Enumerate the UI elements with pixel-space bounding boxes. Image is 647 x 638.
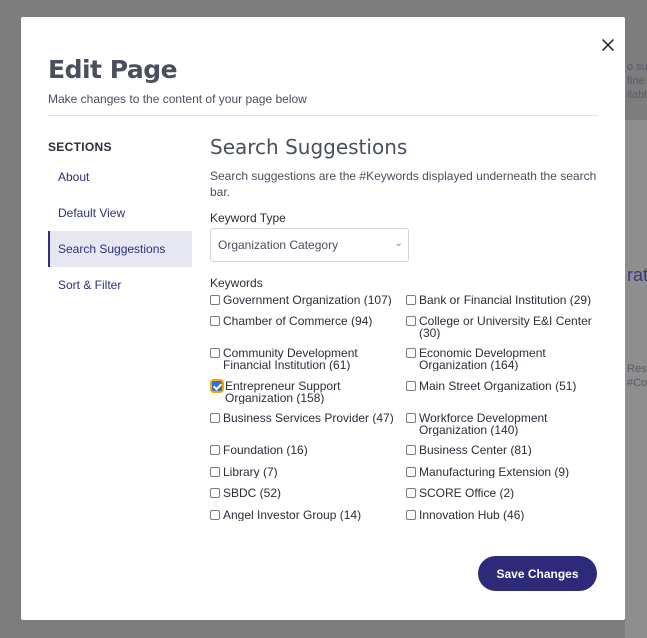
section-content: Search Suggestions Search suggestions ar… (210, 135, 602, 521)
keyword-label: Economic Development Organization (164) (419, 347, 546, 371)
keyword-label: Manufacturing Extension (9) (419, 466, 570, 478)
keyword-label: Foundation (16) (223, 444, 308, 456)
nav-item-sort-filter[interactable]: Sort & Filter (48, 267, 192, 303)
keyword-checkbox-item[interactable]: Business Center (81) (406, 444, 602, 456)
checkbox[interactable] (406, 445, 416, 455)
checkbox[interactable] (406, 467, 416, 477)
checkbox-checked[interactable] (212, 381, 222, 391)
save-changes-button[interactable]: Save Changes (478, 556, 597, 591)
keyword-checkbox-item[interactable]: Angel Investor Group (14) (210, 509, 400, 521)
background-text-line: ilable (627, 89, 647, 101)
keyword-label: College or University E&I Center (30) (419, 315, 592, 339)
keyword-label: Government Organization (107) (223, 294, 392, 306)
keyword-checkbox-item[interactable]: Economic Development Organization (164) (406, 347, 602, 371)
checkbox[interactable] (210, 348, 220, 358)
modal-subtitle: Make changes to the content of your page… (48, 92, 307, 106)
keyword-checkbox-item[interactable]: Main Street Organization (51) (406, 380, 602, 392)
checkbox[interactable] (210, 413, 220, 423)
checkbox[interactable] (210, 488, 220, 498)
keyword-label: Innovation Hub (46) (419, 509, 525, 521)
checkbox[interactable] (210, 295, 220, 305)
keyword-type-select[interactable]: Organization Category ⌄ (210, 228, 409, 262)
background-text-line: fine (627, 75, 645, 87)
background-text-line: o su (627, 61, 647, 73)
checkbox[interactable] (210, 316, 220, 326)
keyword-checkbox-item[interactable]: Manufacturing Extension (9) (406, 466, 602, 478)
checkbox[interactable] (210, 445, 220, 455)
background-text: o su fine ilable (627, 60, 647, 102)
checkbox[interactable] (406, 488, 416, 498)
keyword-label: Entrepreneur Support Organization (158) (225, 380, 341, 404)
keyword-checkbox-item[interactable]: Library (7) (210, 466, 400, 478)
keyword-checkbox-item[interactable]: Bank or Financial Institution (29) (406, 294, 602, 306)
checkbox[interactable] (406, 316, 416, 326)
keyword-label: Main Street Organization (51) (419, 380, 577, 392)
keyword-checkbox-item[interactable]: Foundation (16) (210, 444, 400, 456)
keyword-label: SBDC (52) (223, 487, 282, 499)
keyword-checkbox-item[interactable]: College or University E&I Center (30) (406, 315, 602, 339)
keyword-label: SCORE Office (2) (419, 487, 515, 499)
sections-nav: About Default View Search Suggestions So… (48, 159, 192, 303)
keywords-label: Keywords (210, 276, 263, 290)
keyword-checkbox-item[interactable]: Business Services Provider (47) (210, 412, 404, 424)
keyword-label: Community Development Financial Institut… (223, 347, 358, 371)
chevron-down-icon: ⌄ (394, 238, 403, 249)
checkbox[interactable] (406, 510, 416, 520)
nav-item-about[interactable]: About (48, 159, 192, 195)
keyword-checkbox-item[interactable]: Workforce Development Organization (140) (406, 412, 602, 436)
edit-page-modal: Edit Page Make changes to the content of… (21, 17, 625, 620)
keyword-label: Business Services Provider (47) (223, 412, 394, 424)
checkbox[interactable] (406, 295, 416, 305)
checkbox[interactable] (406, 348, 416, 358)
keyword-label: Workforce Development Organization (140) (419, 412, 548, 436)
keyword-checkbox-item[interactable]: Community Development Financial Institut… (210, 347, 404, 371)
checkbox[interactable] (210, 510, 220, 520)
divider (48, 115, 598, 116)
keyword-label: Library (7) (223, 466, 278, 478)
keyword-checkbox-item[interactable]: SBDC (52) (210, 487, 400, 499)
keyword-label: Bank or Financial Institution (29) (419, 294, 592, 306)
keyword-checkbox-item[interactable]: Entrepreneur Support Organization (158) (212, 380, 404, 404)
sections-heading: SECTIONS (48, 140, 112, 154)
modal-title: Edit Page (48, 55, 178, 84)
keyword-checkbox-item[interactable]: Innovation Hub (46) (406, 509, 602, 521)
keyword-label: Business Center (81) (419, 444, 532, 456)
background-text: Reso #Co (627, 362, 647, 390)
nav-item-default-view[interactable]: Default View (48, 195, 192, 231)
checkbox[interactable] (210, 467, 220, 477)
background-heading: ratio (627, 265, 647, 285)
close-icon[interactable] (600, 37, 616, 53)
background-text-line: #Co (627, 377, 647, 389)
keyword-label: Chamber of Commerce (94) (223, 315, 373, 327)
background-text-line: Reso (627, 363, 647, 375)
keyword-label: Angel Investor Group (14) (223, 509, 362, 521)
keyword-checkbox-item[interactable]: Government Organization (107) (210, 294, 400, 306)
section-description: Search suggestions are the #Keywords dis… (210, 169, 597, 199)
keyword-type-label: Keyword Type (210, 211, 286, 225)
keyword-checkbox-item[interactable]: SCORE Office (2) (406, 487, 602, 499)
keyword-checkbox-item[interactable]: Chamber of Commerce (94) (210, 315, 400, 327)
checkbox[interactable] (406, 413, 416, 423)
keyword-type-value: Organization Category (218, 238, 339, 252)
section-title: Search Suggestions (210, 135, 408, 159)
checkbox[interactable] (406, 381, 416, 391)
nav-item-search-suggestions[interactable]: Search Suggestions (48, 231, 192, 267)
close-button[interactable] (600, 37, 616, 53)
